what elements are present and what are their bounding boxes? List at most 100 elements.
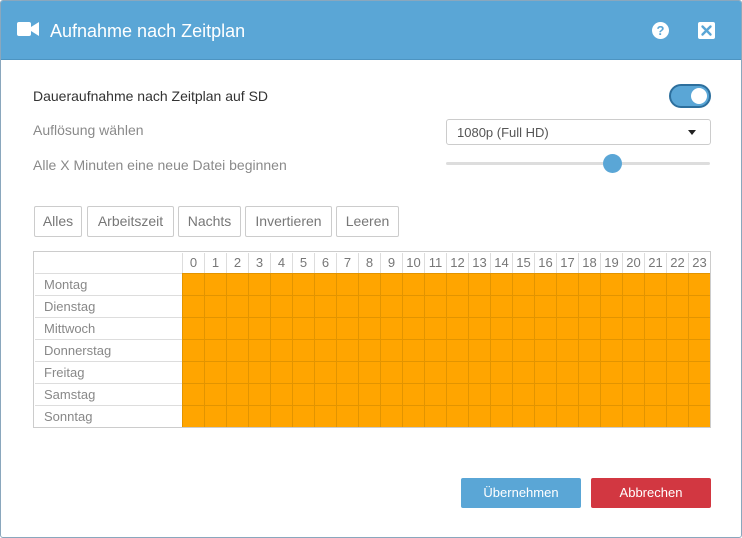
schedule-cell[interactable] <box>512 361 534 383</box>
schedule-cell[interactable] <box>556 405 578 427</box>
schedule-cell[interactable] <box>270 339 292 361</box>
schedule-cell[interactable] <box>534 361 556 383</box>
resolution-select[interactable]: 1080p (Full HD) <box>446 119 711 145</box>
preset-all-button[interactable]: Alles <box>34 206 82 237</box>
schedule-cell[interactable] <box>314 273 336 295</box>
schedule-cell[interactable] <box>490 295 512 317</box>
schedule-cell[interactable] <box>336 361 358 383</box>
schedule-cell[interactable] <box>336 383 358 405</box>
schedule-cell[interactable] <box>600 295 622 317</box>
schedule-cell[interactable] <box>358 361 380 383</box>
schedule-cell[interactable] <box>226 317 248 339</box>
schedule-cell[interactable] <box>204 383 226 405</box>
schedule-cell[interactable] <box>314 317 336 339</box>
schedule-cell[interactable] <box>424 383 446 405</box>
schedule-cell[interactable] <box>182 317 204 339</box>
hour-header[interactable]: 4 <box>270 253 292 273</box>
schedule-cell[interactable] <box>336 273 358 295</box>
schedule-cell[interactable] <box>468 273 490 295</box>
schedule-cell[interactable] <box>468 361 490 383</box>
schedule-cell[interactable] <box>292 383 314 405</box>
schedule-cell[interactable] <box>358 405 380 427</box>
schedule-cell[interactable] <box>182 339 204 361</box>
schedule-cell[interactable] <box>402 383 424 405</box>
schedule-cell[interactable] <box>666 317 688 339</box>
schedule-cell[interactable] <box>556 339 578 361</box>
schedule-cell[interactable] <box>512 317 534 339</box>
schedule-cell[interactable] <box>688 361 710 383</box>
schedule-cell[interactable] <box>358 383 380 405</box>
day-label[interactable]: Dienstag <box>35 295 183 317</box>
schedule-cell[interactable] <box>490 361 512 383</box>
schedule-cell[interactable] <box>402 295 424 317</box>
schedule-cell[interactable] <box>688 295 710 317</box>
schedule-cell[interactable] <box>314 339 336 361</box>
schedule-cell[interactable] <box>182 273 204 295</box>
schedule-cell[interactable] <box>578 361 600 383</box>
schedule-cell[interactable] <box>248 273 270 295</box>
schedule-cell[interactable] <box>204 317 226 339</box>
hour-header[interactable]: 18 <box>578 253 600 273</box>
schedule-cell[interactable] <box>336 295 358 317</box>
schedule-cell[interactable] <box>314 405 336 427</box>
schedule-cell[interactable] <box>204 405 226 427</box>
schedule-cell[interactable] <box>182 295 204 317</box>
hour-header[interactable]: 9 <box>380 253 402 273</box>
hour-header[interactable]: 8 <box>358 253 380 273</box>
schedule-cell[interactable] <box>402 339 424 361</box>
schedule-cell[interactable] <box>556 383 578 405</box>
schedule-cell[interactable] <box>644 405 666 427</box>
hour-header[interactable]: 10 <box>402 253 424 273</box>
day-label[interactable]: Montag <box>35 273 183 295</box>
schedule-cell[interactable] <box>622 339 644 361</box>
schedule-cell[interactable] <box>600 405 622 427</box>
day-label[interactable]: Samstag <box>35 383 183 405</box>
schedule-cell[interactable] <box>336 405 358 427</box>
hour-header[interactable]: 23 <box>688 253 710 273</box>
schedule-cell[interactable] <box>292 317 314 339</box>
accept-button[interactable]: Übernehmen <box>461 478 581 508</box>
schedule-cell[interactable] <box>600 361 622 383</box>
schedule-cell[interactable] <box>600 273 622 295</box>
schedule-cell[interactable] <box>468 383 490 405</box>
schedule-cell[interactable] <box>446 339 468 361</box>
schedule-cell[interactable] <box>270 295 292 317</box>
schedule-cell[interactable] <box>248 383 270 405</box>
schedule-cell[interactable] <box>534 295 556 317</box>
schedule-cell[interactable] <box>688 317 710 339</box>
hour-header[interactable]: 21 <box>644 253 666 273</box>
schedule-cell[interactable] <box>512 295 534 317</box>
schedule-cell[interactable] <box>512 339 534 361</box>
day-label[interactable]: Mittwoch <box>35 317 183 339</box>
schedule-cell[interactable] <box>402 405 424 427</box>
hour-header[interactable]: 16 <box>534 253 556 273</box>
day-label[interactable]: Sonntag <box>35 405 183 427</box>
schedule-cell[interactable] <box>380 383 402 405</box>
hour-header[interactable]: 15 <box>512 253 534 273</box>
hour-header[interactable]: 19 <box>600 253 622 273</box>
schedule-cell[interactable] <box>292 273 314 295</box>
schedule-cell[interactable] <box>512 273 534 295</box>
schedule-cell[interactable] <box>556 273 578 295</box>
schedule-cell[interactable] <box>512 383 534 405</box>
schedule-cell[interactable] <box>424 317 446 339</box>
schedule-cell[interactable] <box>270 405 292 427</box>
schedule-cell[interactable] <box>446 405 468 427</box>
schedule-cell[interactable] <box>270 273 292 295</box>
schedule-cell[interactable] <box>534 339 556 361</box>
hour-header[interactable]: 12 <box>446 253 468 273</box>
schedule-cell[interactable] <box>622 317 644 339</box>
schedule-cell[interactable] <box>292 295 314 317</box>
schedule-cell[interactable] <box>490 383 512 405</box>
schedule-cell[interactable] <box>292 405 314 427</box>
day-label[interactable]: Freitag <box>35 361 183 383</box>
schedule-cell[interactable] <box>578 405 600 427</box>
schedule-cell[interactable] <box>336 317 358 339</box>
preset-clear-button[interactable]: Leeren <box>336 206 399 237</box>
schedule-cell[interactable] <box>622 383 644 405</box>
schedule-cell[interactable] <box>226 295 248 317</box>
schedule-cell[interactable] <box>666 405 688 427</box>
schedule-cell[interactable] <box>490 405 512 427</box>
schedule-cell[interactable] <box>644 339 666 361</box>
schedule-cell[interactable] <box>424 405 446 427</box>
